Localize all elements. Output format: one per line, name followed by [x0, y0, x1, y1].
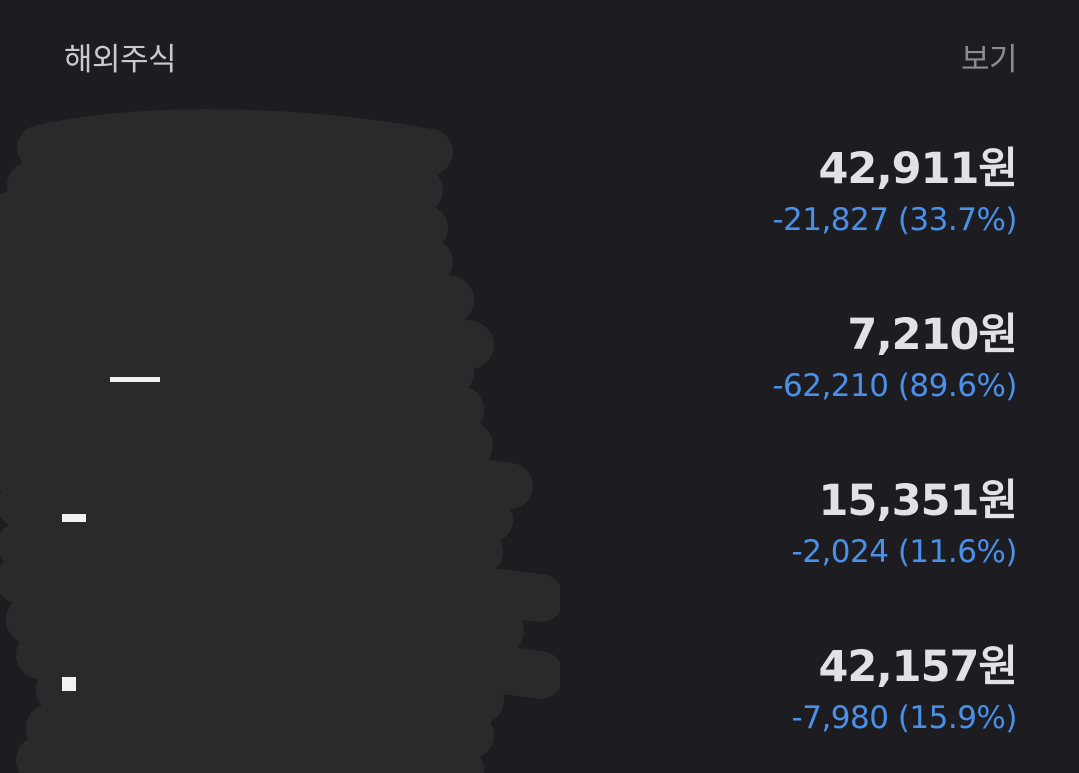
stock-change: -7,980 (15.9%)	[791, 700, 1018, 736]
overseas-stocks-panel: 해외주식 보기 42,911원 -21,827 (33.7%) 7,210원 -…	[0, 0, 1079, 773]
stock-item[interactable]: 42,157원 -7,980 (15.9%)	[0, 618, 1079, 768]
stock-change: -62,210 (89.6%)	[772, 368, 1017, 404]
section-header: 해외주식 보기	[64, 34, 1018, 79]
stock-item[interactable]: 42,911원 -21,827 (33.7%)	[0, 120, 1079, 270]
stock-value: 7,210원	[847, 310, 1018, 360]
section-title: 해외주식	[64, 41, 177, 78]
stock-value: 42,157원	[818, 642, 1018, 692]
stock-item[interactable]: 15,351원 -2,024 (11.6%)	[0, 452, 1079, 602]
stock-item[interactable]: 7,210원 -62,210 (89.6%)	[0, 286, 1079, 436]
stock-value: 15,351원	[818, 476, 1018, 526]
view-link[interactable]: 보기	[961, 34, 1018, 79]
stock-change: -2,024 (11.6%)	[791, 534, 1018, 570]
stock-change: -21,827 (33.7%)	[772, 202, 1017, 238]
stock-value: 42,911원	[818, 144, 1018, 194]
